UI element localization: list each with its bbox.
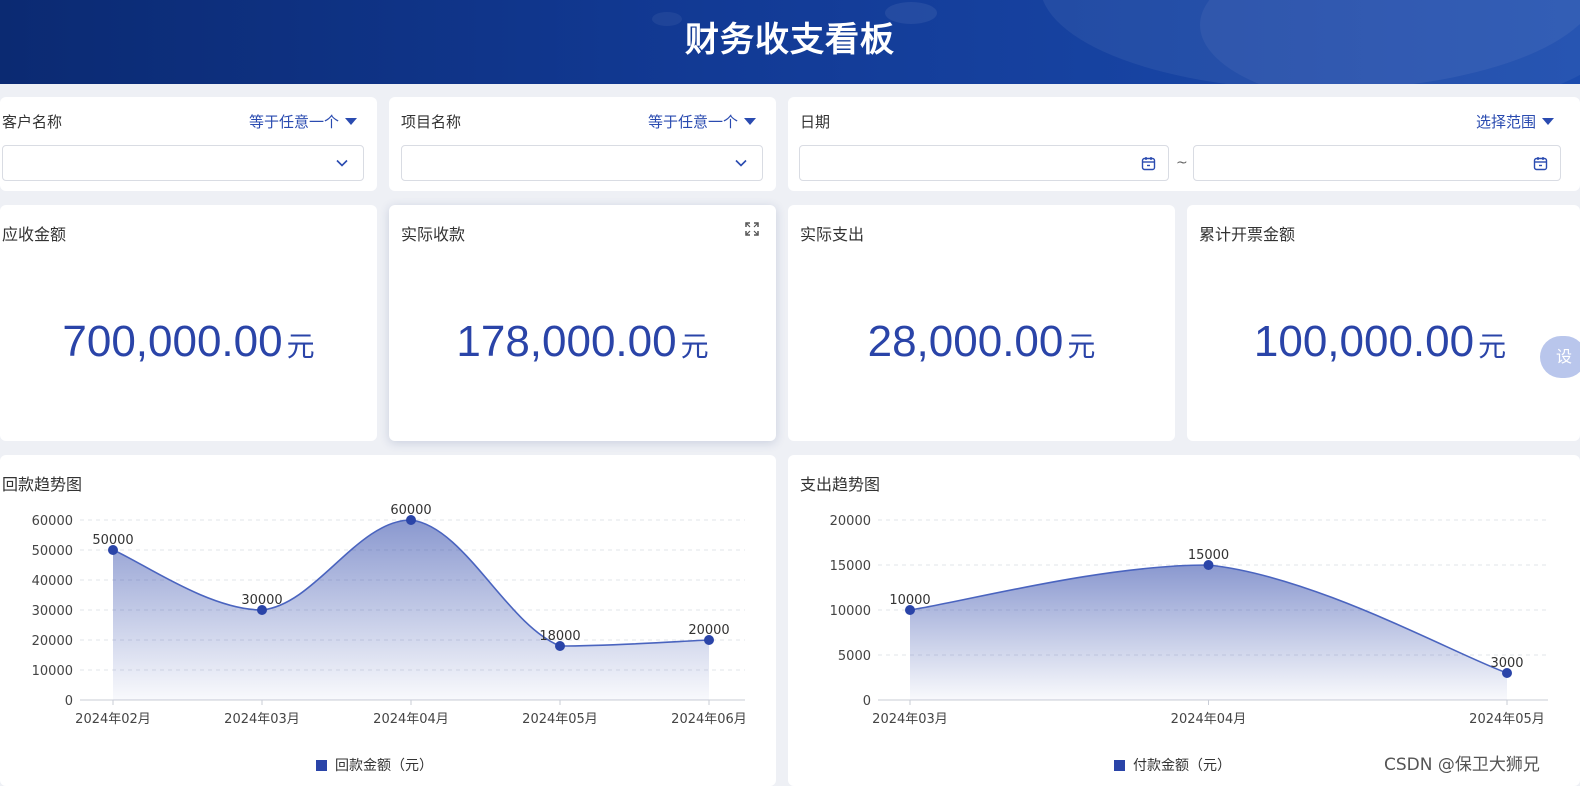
kpi-unit: 元 <box>680 330 709 363</box>
chart-legend[interactable]: 回款金额（元） <box>316 755 433 775</box>
legend-swatch <box>1114 759 1125 771</box>
page-title: 财务收支看板 <box>685 20 895 60</box>
date-operator-label: 选择范围 <box>1475 113 1536 131</box>
kpi-value: 178,000.00 元 <box>389 317 776 367</box>
project-select[interactable] <box>401 145 763 181</box>
x-tick-label: 2024年06月 <box>671 712 747 727</box>
expense-trend-panel: 支出趋势图 0 5000 10000 15000 20000 2024年03月 2024年0… <box>788 455 1580 786</box>
y-tick-label: 20000 <box>32 634 73 649</box>
kpi-label: 实际支出 <box>800 225 865 244</box>
calendar-icon <box>1141 157 1156 171</box>
legend-label: 回款金额（元） <box>335 758 433 774</box>
caret-down-icon <box>744 118 756 125</box>
kpi-number: 100,000.00 <box>1253 317 1475 366</box>
kpi-label: 应收金额 <box>2 225 67 244</box>
series-area <box>910 565 1507 700</box>
y-tick-label: 0 <box>65 694 73 709</box>
y-tick-label: 50000 <box>32 544 73 559</box>
data-label: 60000 <box>390 503 431 518</box>
kpi-label: 累计开票金额 <box>1199 225 1296 244</box>
data-label: 30000 <box>241 593 282 608</box>
y-tick-label: 60000 <box>32 514 73 529</box>
kpi-number: 28,000.00 <box>867 317 1064 366</box>
side-float-button[interactable]: 设 <box>1540 336 1580 378</box>
kpi-card-received: 实际收款 178,000.00 元 <box>389 205 776 441</box>
kpi-card-receivable: 应收金额 700,000.00 元 <box>0 205 377 441</box>
customer-filter-panel: 客户名称 等于任意一个 <box>0 97 377 191</box>
kpi-value: 28,000.00 元 <box>788 317 1175 367</box>
collection-trend-chart: 0 10000 20000 30000 40000 50000 60000 2024年02月 2… <box>32 503 747 727</box>
x-tick-label: 2024年02月 <box>75 712 151 727</box>
kpi-unit: 元 <box>1478 330 1507 363</box>
kpi-unit: 元 <box>286 330 315 363</box>
chart-title: 支出趋势图 <box>800 475 881 494</box>
customer-filter-operator[interactable]: 等于任意一个 <box>249 111 357 132</box>
customer-select[interactable] <box>2 145 364 181</box>
watermark: CSDN @保卫大狮兄 <box>1384 755 1540 775</box>
y-tick-label: 10000 <box>32 664 73 679</box>
kpi-card-expense: 实际支出 28,000.00 元 <box>788 205 1175 441</box>
y-tick-label: 30000 <box>32 604 73 619</box>
legend-label: 付款金额（元） <box>1133 758 1231 774</box>
x-tick-label: 2024年05月 <box>1469 712 1545 727</box>
customer-operator-label: 等于任意一个 <box>248 113 339 131</box>
expense-trend-chart: 0 5000 10000 15000 20000 2024年03月 2024年04月 2024… <box>830 514 1548 727</box>
y-tick-label: 10000 <box>830 604 871 619</box>
project-filter-operator[interactable]: 等于任意一个 <box>648 111 756 132</box>
x-tick-label: 2024年04月 <box>373 712 449 727</box>
x-tick-label: 2024年03月 <box>224 712 300 727</box>
x-tick-label: 2024年04月 <box>1171 712 1247 727</box>
date-filter-panel: 日期 选择范围 ~ <box>788 97 1580 191</box>
caret-down-icon <box>345 118 357 125</box>
x-tick-label: 2024年05月 <box>522 712 598 727</box>
dashboard-header: 财务收支看板 <box>0 0 1580 84</box>
start-date-input[interactable] <box>799 145 1169 181</box>
project-filter-label: 项目名称 <box>401 113 462 131</box>
data-label: 20000 <box>688 623 729 638</box>
date-filter-operator[interactable]: 选择范围 <box>1476 111 1554 132</box>
chart-legend[interactable]: 付款金额（元） <box>1114 755 1231 775</box>
kpi-unit: 元 <box>1067 330 1096 363</box>
y-tick-label: 0 <box>863 694 871 709</box>
data-label: 3000 <box>1490 656 1523 671</box>
project-filter-panel: 项目名称 等于任意一个 <box>389 97 776 191</box>
data-label: 18000 <box>539 629 580 644</box>
kpi-number: 700,000.00 <box>62 317 283 366</box>
chevron-down-icon <box>336 159 348 167</box>
y-tick-label: 40000 <box>32 574 73 589</box>
chevron-down-icon <box>735 159 747 167</box>
data-label: 15000 <box>1188 548 1229 563</box>
caret-down-icon <box>1542 118 1554 125</box>
customer-filter-label: 客户名称 <box>2 113 63 131</box>
kpi-value: 700,000.00 元 <box>0 317 377 367</box>
end-date-input[interactable] <box>1193 145 1561 181</box>
data-label: 10000 <box>889 593 930 608</box>
expand-icon[interactable] <box>744 221 760 237</box>
date-range-separator: ~ <box>1176 155 1188 171</box>
kpi-card-invoiced: 累计开票金额 100,000.00 元 <box>1187 205 1580 441</box>
project-operator-label: 等于任意一个 <box>647 113 738 131</box>
data-label: 50000 <box>92 533 133 548</box>
collection-trend-panel: 回款趋势图 0 10000 20000 30000 40000 50000 60000 202… <box>0 455 776 786</box>
kpi-number: 178,000.00 <box>456 317 677 366</box>
x-tick-label: 2024年03月 <box>872 712 948 727</box>
y-tick-label: 20000 <box>830 514 871 529</box>
legend-swatch <box>316 759 327 771</box>
y-tick-label: 15000 <box>830 559 871 574</box>
calendar-icon <box>1533 157 1548 171</box>
kpi-label: 实际收款 <box>401 225 466 244</box>
kpi-value: 100,000.00 元 <box>1187 317 1573 367</box>
chart-title: 回款趋势图 <box>2 475 83 494</box>
date-filter-label: 日期 <box>800 113 831 131</box>
y-tick-label: 5000 <box>838 649 871 664</box>
